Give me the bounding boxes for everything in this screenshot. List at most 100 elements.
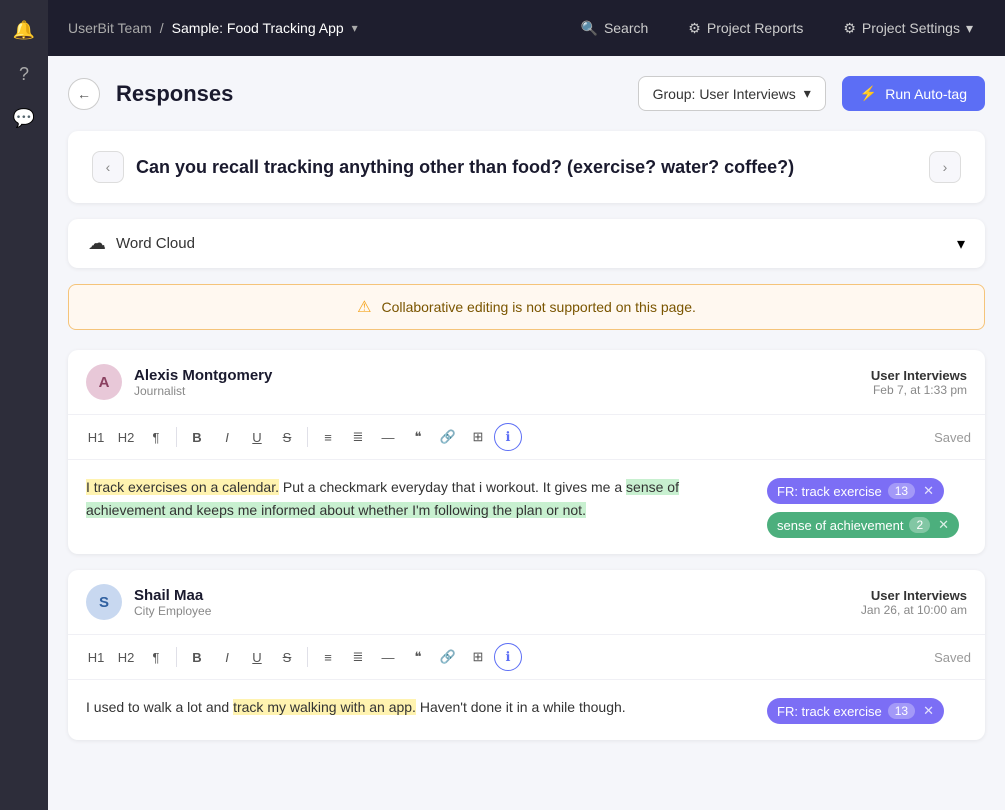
- next-question-button[interactable]: ›: [929, 151, 961, 183]
- bell-icon[interactable]: 🔔: [6, 12, 42, 48]
- tag-count: 13: [888, 703, 915, 719]
- tag-remove-button[interactable]: ✕: [923, 483, 934, 499]
- source-date: Jan 26, at 10:00 am: [861, 603, 967, 617]
- chat-icon[interactable]: 💬: [6, 100, 42, 136]
- saved-status: Saved: [934, 650, 971, 665]
- reports-label: Project Reports: [707, 20, 803, 36]
- word-cloud-text: Word Cloud: [116, 235, 195, 252]
- breadcrumb-sep: /: [160, 20, 164, 36]
- word-cloud-chevron: ▾: [957, 234, 965, 254]
- bold-button[interactable]: B: [183, 643, 211, 671]
- word-cloud-icon: ☁: [88, 233, 106, 254]
- tag-badge[interactable]: FR: track exercise 13 ✕: [767, 698, 944, 724]
- help-icon[interactable]: ?: [6, 56, 42, 92]
- response-card: S Shail Maa City Employee User Interview…: [68, 570, 985, 740]
- user-name: Alexis Montgomery: [134, 367, 871, 384]
- info-button[interactable]: ℹ: [494, 423, 522, 451]
- toolbar-separator: [307, 647, 308, 667]
- h2-button[interactable]: H2: [112, 643, 140, 671]
- link-button[interactable]: 🔗: [434, 423, 462, 451]
- sidebar: 🔔 ? 💬: [0, 0, 48, 810]
- table-button[interactable]: ⊞: [464, 643, 492, 671]
- paragraph-button[interactable]: ¶: [142, 423, 170, 451]
- italic-button[interactable]: I: [213, 643, 241, 671]
- quote-button[interactable]: ❝: [404, 643, 432, 671]
- tag-remove-button[interactable]: ✕: [938, 517, 949, 533]
- table-button[interactable]: ⊞: [464, 423, 492, 451]
- ordered-list-button[interactable]: ≣: [344, 643, 372, 671]
- response-text[interactable]: I used to walk a lot and track my walkin…: [86, 696, 751, 724]
- strikethrough-button[interactable]: S: [273, 423, 301, 451]
- bold-button[interactable]: B: [183, 423, 211, 451]
- response-meta: A Alexis Montgomery Journalist User Inte…: [68, 350, 985, 415]
- strikethrough-button[interactable]: S: [273, 643, 301, 671]
- source-name: User Interviews: [871, 368, 967, 383]
- autotag-icon: ⚡: [860, 85, 877, 102]
- back-button[interactable]: ←: [68, 78, 100, 110]
- group-dropdown-arrow: ▾: [804, 85, 811, 102]
- link-button[interactable]: 🔗: [434, 643, 462, 671]
- main-content: UserBit Team / Sample: Food Tracking App…: [48, 0, 1005, 810]
- group-dropdown[interactable]: Group: User Interviews ▾: [638, 76, 826, 111]
- h1-button[interactable]: H1: [82, 423, 110, 451]
- responses-header: ← Responses Group: User Interviews ▾ ⚡ R…: [68, 76, 985, 111]
- tag-label: FR: track exercise: [777, 704, 882, 719]
- settings-label: Project Settings: [862, 20, 960, 36]
- tag-badge[interactable]: sense of achievement 2 ✕: [767, 512, 959, 538]
- toolbar-separator: [176, 647, 177, 667]
- tag-count: 13: [888, 483, 915, 499]
- divider-button[interactable]: —: [374, 643, 402, 671]
- divider-button[interactable]: —: [374, 423, 402, 451]
- team-name[interactable]: UserBit Team: [68, 20, 152, 36]
- h2-button[interactable]: H2: [112, 423, 140, 451]
- ordered-list-button[interactable]: ≣: [344, 423, 372, 451]
- page-title: Responses: [116, 81, 622, 107]
- project-name[interactable]: Sample: Food Tracking App: [172, 20, 344, 36]
- response-meta: S Shail Maa City Employee User Interview…: [68, 570, 985, 635]
- toolbar-separator: [176, 427, 177, 447]
- quote-button[interactable]: ❝: [404, 423, 432, 451]
- group-label: Group: User Interviews: [653, 86, 796, 102]
- bullet-list-button[interactable]: ≡: [314, 643, 342, 671]
- prev-question-button[interactable]: ‹: [92, 151, 124, 183]
- warning-banner: ⚠ Collaborative editing is not supported…: [68, 284, 985, 330]
- tag-badge[interactable]: FR: track exercise 13 ✕: [767, 478, 944, 504]
- tags-column: FR: track exercise 13 ✕ sense of achieve…: [767, 478, 967, 538]
- source-name: User Interviews: [861, 588, 967, 603]
- italic-button[interactable]: I: [213, 423, 241, 451]
- user-role: City Employee: [134, 604, 861, 618]
- editor-toolbar: H1 H2 ¶ B I U S ≡ ≣ — ❝ 🔗 ⊞ ℹ Saved: [68, 415, 985, 460]
- run-autotag-button[interactable]: ⚡ Run Auto-tag: [842, 76, 985, 111]
- avatar: S: [86, 584, 122, 620]
- user-info: Shail Maa City Employee: [134, 587, 861, 618]
- project-dropdown-arrow[interactable]: ▾: [352, 21, 358, 35]
- response-text[interactable]: I track exercises on a calendar. Put a c…: [86, 476, 751, 538]
- editor-content: I track exercises on a calendar. Put a c…: [68, 460, 985, 554]
- h1-button[interactable]: H1: [82, 643, 110, 671]
- warning-text: Collaborative editing is not supported o…: [381, 299, 695, 315]
- bullet-list-button[interactable]: ≡: [314, 423, 342, 451]
- project-settings-button[interactable]: ⚙ Project Settings ▾: [831, 14, 985, 43]
- underline-button[interactable]: U: [243, 423, 271, 451]
- response-source: User Interviews Feb 7, at 1:33 pm: [871, 368, 967, 397]
- paragraph-button[interactable]: ¶: [142, 643, 170, 671]
- tag-remove-button[interactable]: ✕: [923, 703, 934, 719]
- highlighted-text: I track exercises on a calendar.: [86, 479, 279, 495]
- autotag-label: Run Auto-tag: [885, 86, 967, 102]
- user-role: Journalist: [134, 384, 871, 398]
- response-source: User Interviews Jan 26, at 10:00 am: [861, 588, 967, 617]
- search-button[interactable]: 🔍 Search: [569, 14, 661, 43]
- editor-toolbar: H1 H2 ¶ B I U S ≡ ≣ — ❝ 🔗 ⊞ ℹ Saved: [68, 635, 985, 680]
- underline-button[interactable]: U: [243, 643, 271, 671]
- info-button[interactable]: ℹ: [494, 643, 522, 671]
- user-info: Alexis Montgomery Journalist: [134, 367, 871, 398]
- top-nav: UserBit Team / Sample: Food Tracking App…: [48, 0, 1005, 56]
- word-cloud-bar[interactable]: ☁ Word Cloud ▾: [68, 219, 985, 268]
- user-name: Shail Maa: [134, 587, 861, 604]
- saved-status: Saved: [934, 430, 971, 445]
- project-reports-button[interactable]: ⚙ Project Reports: [676, 14, 815, 43]
- page: ← Responses Group: User Interviews ▾ ⚡ R…: [48, 56, 1005, 810]
- editor-content: I used to walk a lot and track my walkin…: [68, 680, 985, 740]
- reports-icon: ⚙: [688, 20, 701, 37]
- warning-icon: ⚠: [357, 297, 371, 317]
